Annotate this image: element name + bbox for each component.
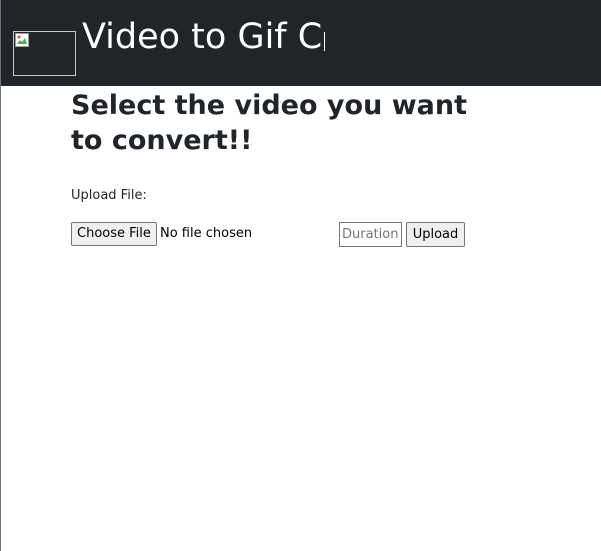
navbar: Video to Gif C (1, 0, 601, 86)
file-chosen-status: No file chosen (160, 226, 253, 241)
upload-button[interactable]: Upload (406, 222, 465, 247)
main-content: Select the video you want to convert!! U… (71, 88, 541, 247)
upload-form: Choose File No file chosen Upload (71, 222, 541, 248)
page-heading: Select the video you want to convert!! (71, 90, 467, 156)
text-cursor (324, 32, 325, 51)
upload-file-label: Upload File: (71, 188, 147, 203)
page: Video to Gif C Select the video you want… (0, 0, 601, 551)
choose-file-button[interactable]: Choose File (71, 222, 157, 246)
logo-image (13, 31, 76, 76)
app-title: Video to Gif C (82, 17, 322, 57)
broken-image-icon (15, 33, 29, 47)
duration-input[interactable] (339, 222, 402, 247)
